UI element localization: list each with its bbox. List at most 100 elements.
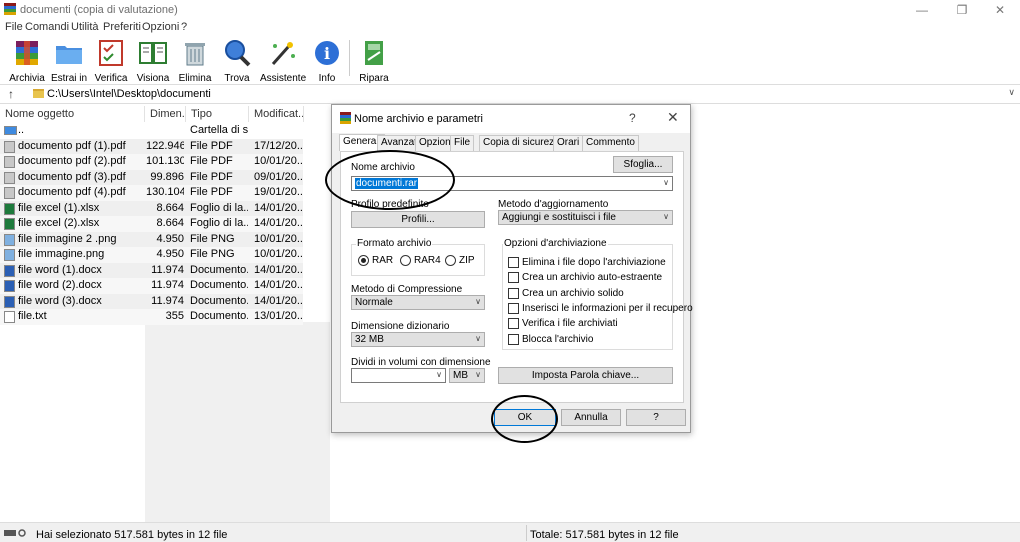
archive-option-checkbox[interactable] (508, 287, 519, 299)
wand-icon (271, 42, 295, 65)
table-row[interactable]: file excel (2).xlsx 8.664 Foglio di la... 1… (0, 216, 303, 232)
archive-name-input[interactable]: documenti.rar ∨ (351, 176, 673, 191)
chevron-down-icon[interactable]: ∨ (475, 297, 481, 306)
chevron-down-icon[interactable]: ∨ (1008, 87, 1015, 98)
archive-option-label: Verifica i file archiviati (522, 318, 618, 330)
chevron-down-icon[interactable]: ∨ (475, 334, 481, 343)
maximize-button[interactable]: ❐ (942, 0, 982, 20)
file-size: 130.104 (146, 186, 184, 198)
archive-option-checkbox[interactable] (508, 333, 519, 345)
delete-button[interactable]: Elimina (173, 38, 217, 84)
repair-kit-icon (365, 41, 383, 65)
column-type[interactable]: Tipo (186, 106, 249, 122)
split-unit-select[interactable]: MB ∨ (449, 368, 485, 383)
menu-utilita[interactable]: Utilità (71, 21, 99, 33)
profiles-button[interactable]: Profili... (351, 211, 485, 228)
file-modified: 17/12/20... (254, 139, 302, 152)
dialog-help-button[interactable]: ? (629, 111, 636, 125)
split-unit-value: MB (453, 370, 468, 381)
chevron-down-icon[interactable]: ∨ (663, 212, 669, 221)
browse-button[interactable]: Sfoglia... (613, 156, 673, 173)
archive-option-checkbox[interactable] (508, 302, 519, 314)
wizard-button[interactable]: Assistente (260, 38, 306, 84)
view-button[interactable]: Visiona (131, 38, 175, 84)
archive-button[interactable]: Archivia (5, 38, 49, 84)
chevron-down-icon[interactable]: ∨ (475, 370, 481, 379)
ok-button[interactable]: OK (494, 409, 556, 426)
info-button[interactable]: i Info (305, 38, 349, 84)
set-password-button[interactable]: Imposta Parola chiave... (498, 367, 673, 384)
format-label: Formato archivio (356, 238, 433, 249)
table-row[interactable]: file word (1).docx 11.974 Documento... 14/0… (0, 262, 303, 278)
folder-icon (33, 89, 44, 98)
dialog-tabs: Generali Avanzati Opzioni File Copia di … (337, 134, 687, 151)
menu-opzioni[interactable]: Opzioni (142, 21, 179, 33)
magnifier-icon (225, 40, 251, 67)
table-row[interactable]: file immagine 2 .png 4.950 File PNG 10/01/2… (0, 231, 303, 247)
menu-comandi[interactable]: Comandi (25, 21, 69, 33)
format-rar-radio[interactable] (358, 255, 369, 266)
repair-button[interactable]: Ripara (352, 38, 396, 84)
table-row[interactable]: documento pdf (4).pdf 130.104 File PDF 19/0… (0, 185, 303, 201)
find-button[interactable]: Trova (215, 38, 259, 84)
split-size-input[interactable]: ∨ (351, 368, 446, 383)
tab-commento[interactable]: Commento (582, 135, 639, 151)
format-zip-radio[interactable] (445, 255, 456, 266)
column-name[interactable]: Nome oggetto (0, 106, 145, 122)
table-row[interactable]: file.txt 355 Documento... 13/01/20... (0, 309, 303, 325)
archive-option-checkbox[interactable] (508, 318, 519, 330)
update-method-select[interactable]: Aggiungi e sostituisci i file ∨ (498, 210, 673, 225)
column-modified[interactable]: Modificat... (249, 106, 304, 122)
archive-option-checkbox[interactable] (508, 272, 519, 284)
archive-option-label: Crea un archivio solido (522, 287, 624, 299)
tab-orari[interactable]: Orari (553, 135, 584, 151)
tab-file[interactable]: File (450, 135, 475, 151)
file-size: 11.974 (151, 294, 184, 307)
dialog-title-bar: Nome archivio e parametri ? ✕ (332, 105, 690, 133)
docx-file-icon (4, 280, 15, 292)
table-row[interactable]: documento pdf (1).pdf 122.946 File PDF 17/1… (0, 138, 303, 154)
menu-help[interactable]: ? (181, 21, 187, 33)
table-row[interactable]: documento pdf (3).pdf 99.896 File PDF 09/01… (0, 169, 303, 185)
chevron-down-icon[interactable]: ∨ (663, 178, 669, 187)
compression-value: Normale (355, 297, 393, 308)
table-row[interactable]: file word (2).docx 11.974 Documento... 14/0… (0, 278, 303, 294)
up-folder-button[interactable]: ↑ (8, 87, 14, 101)
table-row[interactable]: file word (3).docx 11.974 Documento... 14/0… (0, 293, 303, 309)
archive-option-label: Inserisci le informazioni per il recuper… (522, 302, 693, 314)
file-modified: 14/01/20... (254, 217, 302, 229)
table-row[interactable]: documento pdf (2).pdf 101.130 File PDF 10/0… (0, 154, 303, 170)
table-row[interactable]: file immagine.png 4.950 File PNG 10/01/20..… (0, 247, 303, 263)
file-size: 4.950 (156, 248, 184, 260)
file-type: File PDF (190, 155, 233, 167)
extract-button[interactable]: Estrai in (47, 38, 91, 84)
path-field[interactable]: C:\Users\Intel\Desktop\documenti ∨ (29, 87, 1019, 102)
split-volumes-label: Dividi in volumi con dimensione (351, 357, 491, 368)
compression-select[interactable]: Normale ∨ (351, 295, 485, 310)
cancel-button[interactable]: Annulla (561, 409, 621, 426)
verify-button[interactable]: Verifica (89, 38, 133, 84)
table-row[interactable]: .. Cartella di si... (0, 123, 303, 139)
format-rar4-radio[interactable] (400, 255, 411, 266)
column-size[interactable]: Dimen... (145, 106, 186, 122)
minimize-button[interactable]: — (902, 0, 942, 20)
file-name: documento pdf (3).pdf (18, 170, 126, 183)
menu-bar: File Comandi Utilità Preferiti Opzioni ? (0, 20, 1020, 36)
table-row[interactable]: file excel (1).xlsx 8.664 Foglio di la... 1… (0, 200, 303, 216)
status-bar: Hai selezionato 517.581 bytes in 12 file… (0, 522, 1020, 542)
folder-file-icon (4, 126, 17, 135)
file-size: 8.664 (156, 201, 184, 214)
file-modified: 13/01/20... (254, 310, 302, 322)
archive-option-checkbox[interactable] (508, 257, 519, 268)
menu-preferiti[interactable]: Preferiti (103, 21, 141, 33)
file-modified: 14/01/20... (254, 279, 302, 291)
file-type: File PDF (190, 186, 233, 198)
help-button[interactable]: ? (626, 409, 686, 426)
dictionary-select[interactable]: 32 MB ∨ (351, 332, 485, 347)
dialog-close-button[interactable]: ✕ (667, 109, 679, 126)
close-button[interactable]: ✕ (980, 0, 1020, 20)
xlsx-file-icon (4, 202, 15, 215)
chevron-down-icon[interactable]: ∨ (436, 370, 442, 379)
menu-file[interactable]: File (5, 21, 23, 33)
archive-icon (16, 41, 38, 65)
